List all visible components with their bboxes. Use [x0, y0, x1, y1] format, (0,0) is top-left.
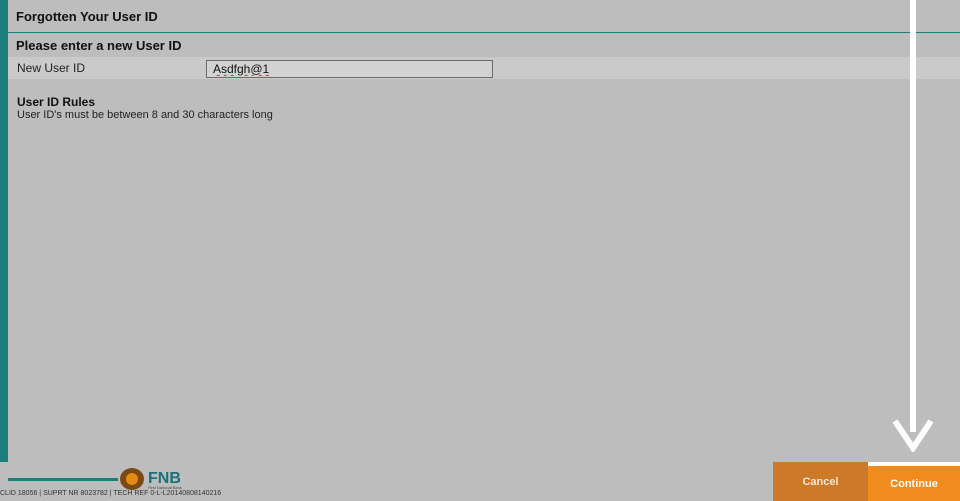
down-arrow-icon [892, 419, 934, 452]
fnb-logo: FNB First National Bank [120, 466, 184, 492]
new-user-id-label: New User ID [17, 61, 86, 75]
arrow-annotation-line [910, 0, 916, 432]
new-user-id-input[interactable] [206, 60, 493, 78]
user-id-rules: User ID Rules User ID's must be between … [17, 95, 273, 121]
main-panel: Forgotten Your User ID Please enter a ne… [8, 0, 960, 462]
cancel-button[interactable]: Cancel [773, 462, 868, 501]
fnb-tree-icon [120, 468, 144, 490]
continue-button[interactable]: Continue [868, 462, 960, 501]
footer-accent-line [8, 478, 118, 481]
left-accent-bar [0, 0, 8, 478]
page-title: Forgotten Your User ID [16, 8, 158, 24]
rules-title: User ID Rules [17, 95, 96, 109]
section-title: Please enter a new User ID [16, 38, 182, 53]
new-user-id-row: New User ID [8, 57, 960, 79]
rules-text: User ID's must be between 8 and 30 chara… [17, 109, 273, 121]
footer: FNB First National Bank CLID 18056 | SUP… [0, 462, 960, 501]
footer-reference: CLID 18056 | SUPRT NR 8023782 | TECH REF… [0, 490, 222, 497]
page-header: Forgotten Your User ID [8, 0, 960, 33]
